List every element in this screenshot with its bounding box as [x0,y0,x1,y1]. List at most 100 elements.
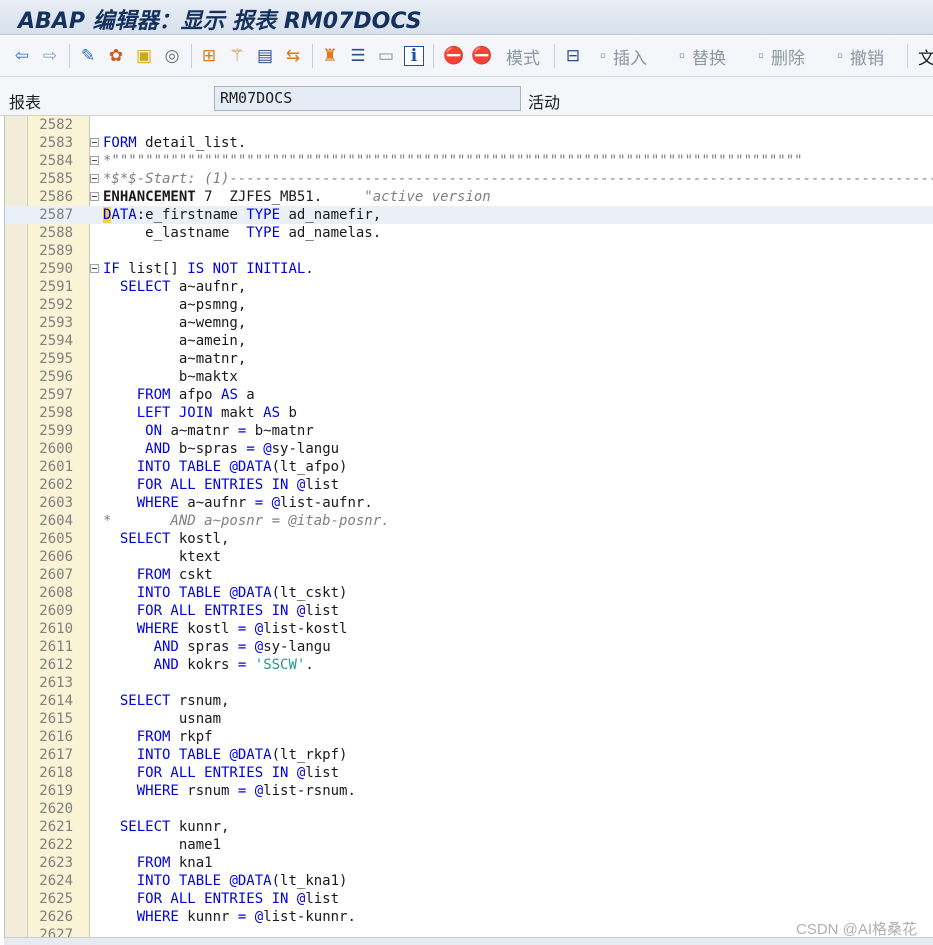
code-token: b~spras [170,441,247,457]
other-object-icon[interactable]: ◎ [162,44,182,68]
code-line[interactable]: 2626 WHERE kunnr = @list-kunnr. [5,908,933,926]
code-line[interactable]: 2591 SELECT a~aufnr, [5,278,933,296]
code-line[interactable]: 2595 a~matnr, [5,350,933,368]
code-line[interactable]: 2605 SELECT kostl, [5,530,933,548]
code-line[interactable]: 2597 FROM afpo AS a [5,386,933,404]
line-number: 2614 [39,693,73,709]
code-line[interactable]: 2602 FOR ALL ENTRIES IN @list [5,476,933,494]
code-text: INTO TABLE @DATA(lt_cskt) [103,584,348,602]
code-editor[interactable]: 2582 2583 FORM detail_list. 2584 *""""""""""… [4,116,933,938]
wizard-icon[interactable]: ⚚ [227,44,247,68]
code-line[interactable]: 2596 b~maktx [5,368,933,386]
pattern-icon[interactable]: ▤ [255,44,275,68]
stack-icon[interactable]: ☰ [348,44,368,68]
code-token: INTO TABLE [136,459,222,475]
code-line[interactable]: 2589 [5,242,933,260]
code-line[interactable]: 2622 name1 [5,836,933,854]
pretty-printer-icon[interactable]: ⇆ [283,44,303,68]
insert-button[interactable]: ▫ 插入 [593,44,647,68]
code-line[interactable]: 2582 [5,116,933,134]
code-token: FROM [136,387,171,403]
code-line[interactable]: 2625 FOR ALL ENTRIES IN @list [5,890,933,908]
code-token: *"""""""""""""""""""""""""""""""""""""""… [103,153,803,169]
fold-toggle-icon[interactable] [90,174,99,183]
code-token: IS NOT INITIAL [187,261,306,277]
code-line[interactable]: 2586 ENHANCEMENT 7 ZJFES_MB51. "active ve… [5,188,933,206]
external-breakpoint-icon[interactable]: ⛔ [471,44,492,68]
code-line[interactable]: 2593 a~wemng, [5,314,933,332]
code-line[interactable]: 2603 WHERE a~aufnr = @list-aufnr. [5,494,933,512]
mode-button[interactable]: 模式 [506,44,540,68]
line-number: 2625 [39,891,73,907]
code-line[interactable]: 2600 AND b~spras = @sy-langu [5,440,933,458]
code-line[interactable]: 2608 INTO TABLE @DATA(lt_cskt) [5,584,933,602]
where-used-icon[interactable]: ⊞ [199,44,219,68]
code-text: WHERE rsnum = @list-rsnum. [103,782,356,800]
code-line[interactable]: 2617 INTO TABLE @DATA(lt_rkpf) [5,746,933,764]
code-line[interactable]: 2610 WHERE kostl = @list-kostl [5,620,933,638]
fold-toggle-icon[interactable] [90,156,99,165]
doc-button[interactable]: 文 [918,44,933,68]
code-line[interactable]: 2621 SELECT kunnr, [5,818,933,836]
replace-button[interactable]: ▫ 替换 [672,44,726,68]
toolbar-separator [907,44,908,68]
code-line[interactable]: 2609 FOR ALL ENTRIES IN @list [5,602,933,620]
code-line[interactable]: 2598 LEFT JOIN makt AS b [5,404,933,422]
breakpoint-icon[interactable]: ⛔ [443,44,464,68]
code-line[interactable]: 2616 FROM rkpf [5,728,933,746]
code-line[interactable]: 2624 INTO TABLE @DATA(lt_kna1) [5,872,933,890]
code-token: ATA [111,207,137,223]
code-line[interactable]: 2588 e_lastname TYPE ad_namelas. [5,224,933,242]
fold-toggle-icon[interactable] [90,138,99,147]
line-number: 2589 [39,243,73,259]
code-line[interactable]: 2583 FORM detail_list. [5,134,933,152]
undo-icon: ▫ [836,46,844,65]
code-line[interactable]: 2584 *"""""""""""""""""""""""""""""""""""… [5,152,933,170]
check-icon[interactable]: ▣ [134,44,154,68]
code-line[interactable]: 2620 [5,800,933,818]
code-text: DATA:e_firstname TYPE ad_namefir, [103,206,381,224]
code-line[interactable]: 2604 * AND a~posnr = @itab-posnr. [5,512,933,530]
code-text: FORM detail_list. [103,134,246,152]
code-token: SELECT [119,819,171,835]
code-line[interactable]: 2594 a~amein, [5,332,933,350]
line-number: 2621 [39,819,73,835]
window-icon[interactable]: ▭ [376,44,396,68]
fold-toggle-icon[interactable] [90,264,99,273]
code-line[interactable]: 2601 INTO TABLE @DATA(lt_afpo) [5,458,933,476]
code-line[interactable]: 2587 DATA:e_firstname TYPE ad_namefir, [5,206,933,224]
fold-toggle-icon[interactable] [90,192,99,201]
code-token: = [254,495,264,511]
edit-toggle-icon[interactable]: ✎ [78,44,98,68]
code-line[interactable]: 2614 SELECT rsnum, [5,692,933,710]
delete-button[interactable]: ▫ 删除 [751,44,805,68]
code-line[interactable]: 2585 *$*$-Start: (1)---------------------… [5,170,933,188]
code-line[interactable]: 2612 AND kokrs = 'SSCW'. [5,656,933,674]
code-line[interactable]: 2613 [5,674,933,692]
code-line[interactable]: 2607 FROM cskt [5,566,933,584]
forward-icon[interactable]: ⇨ [40,44,60,68]
code-token: a~aufnr [178,495,255,511]
code-line[interactable]: 2615 usnam [5,710,933,728]
split-icon[interactable]: ⊟ [563,44,583,68]
info-icon[interactable]: i [404,44,424,68]
code-token: makt [212,405,264,421]
code-line[interactable]: 2606 ktext [5,548,933,566]
code-line[interactable]: 2590 IF list[] IS NOT INITIAL. [5,260,933,278]
back-icon[interactable]: ⇦ [12,44,32,68]
code-line[interactable]: 2618 FOR ALL ENTRIES IN @list [5,764,933,782]
code-line[interactable]: 2592 a~psmng, [5,296,933,314]
code-line[interactable]: 2619 WHERE rsnum = @list-rsnum. [5,782,933,800]
hierarchy-icon[interactable]: ♜ [320,44,340,68]
code-token: SELECT [119,531,171,547]
report-name-field[interactable]: RM07DOCS [214,86,521,111]
activate-icon[interactable]: ✿ [106,44,126,68]
code-line[interactable]: 2623 FROM kna1 [5,854,933,872]
undo-button[interactable]: ▫ 撤销 [830,44,884,68]
code-line[interactable]: 2611 AND spras = @sy-langu [5,638,933,656]
code-line[interactable]: 2599 ON a~matnr = b~matnr [5,422,933,440]
